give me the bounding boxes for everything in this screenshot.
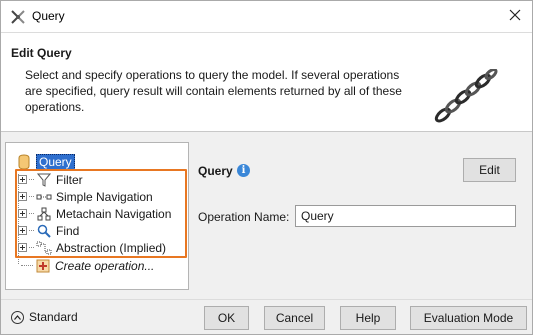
ok-button[interactable]: OK [204,306,249,330]
tree-item-find[interactable]: Find [18,222,79,239]
metachain-navigation-icon [36,206,52,222]
window-title: Query [32,9,65,23]
detail-title: Query [198,164,233,178]
expand-icon[interactable] [18,192,27,201]
chevron-up-icon [11,310,24,324]
close-button[interactable] [498,1,532,32]
tree-root-label: Query [36,153,75,170]
expand-icon[interactable] [18,209,27,218]
dialog-header: Edit Query Select and specify operations… [1,32,532,132]
operation-name-input[interactable]: Query [295,205,516,227]
magicdraw-app-icon [10,9,26,25]
info-icon[interactable]: i [237,164,250,177]
add-icon [35,258,51,274]
find-icon [36,223,52,239]
query-dialog: Query Edit Query Select and specify oper… [0,0,533,335]
filter-icon [36,172,52,188]
create-operation-label: Create operation... [55,258,155,273]
tree-root-query[interactable]: Query [16,153,75,170]
close-icon [509,9,521,24]
simple-navigation-icon [36,189,52,205]
help-button[interactable]: Help [340,306,396,330]
standard-toggle[interactable]: Standard [11,310,78,324]
expand-icon[interactable] [18,243,27,252]
operation-name-label: Operation Name: [198,210,290,224]
expand-icon[interactable] [18,175,27,184]
edit-button[interactable]: Edit [463,158,516,182]
chain-link-graphic [433,68,499,125]
tree-item-label: Abstraction (Implied) [56,240,167,255]
tree-item-metachain-navigation[interactable]: Metachain Navigation [18,205,171,222]
standard-label: Standard [29,310,78,324]
header-title: Edit Query [11,46,72,60]
tree-item-create-operation[interactable]: Create operation... [21,257,154,274]
expand-icon[interactable] [18,226,27,235]
query-icon [16,153,32,170]
cancel-button[interactable]: Cancel [264,306,325,330]
tree-item-abstraction[interactable]: Abstraction (Implied) [18,239,166,256]
tree-item-filter[interactable]: Filter [18,171,83,188]
header-description: Select and specify operations to query t… [25,68,402,114]
tree-item-label: Metachain Navigation [56,206,172,221]
abstraction-icon [36,240,52,256]
footer-divider [1,299,532,300]
title-bar: Query [1,1,532,32]
evaluation-mode-button[interactable]: Evaluation Mode [410,306,527,330]
tree-item-label: Find [56,223,80,238]
tree-item-label: Filter [56,172,83,187]
tree-item-label: Simple Navigation [56,189,153,204]
tree-item-simple-navigation[interactable]: Simple Navigation [18,188,153,205]
